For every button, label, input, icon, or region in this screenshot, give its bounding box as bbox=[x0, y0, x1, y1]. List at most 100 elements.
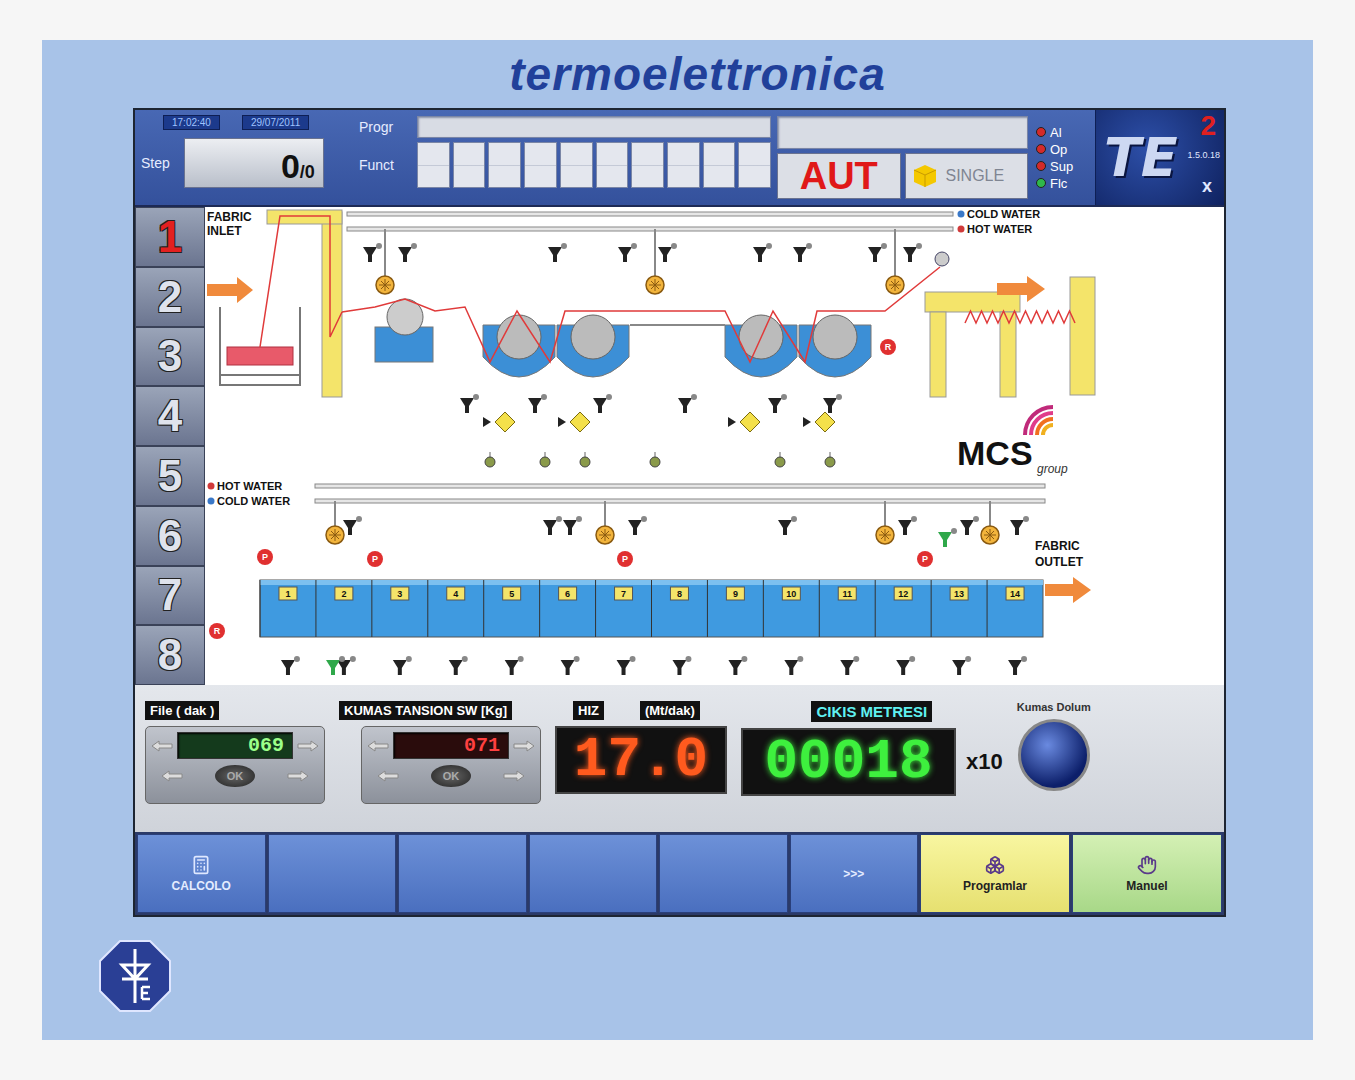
valve-icon bbox=[840, 656, 859, 675]
step-button[interactable]: 7 bbox=[135, 566, 205, 626]
step-button[interactable]: 6 bbox=[135, 506, 205, 566]
inlet-label: FABRIC bbox=[207, 210, 252, 224]
cube-icon bbox=[912, 163, 938, 189]
valve-icon bbox=[672, 656, 691, 675]
ok-button[interactable]: OK bbox=[215, 765, 255, 787]
left-arrow-icon[interactable] bbox=[161, 770, 183, 782]
progr-label: Progr bbox=[359, 119, 409, 135]
tank-compartment: 2 bbox=[316, 580, 353, 637]
tank-compartment: 3 bbox=[372, 580, 409, 637]
valve-icon bbox=[343, 516, 362, 535]
pipe-label: COLD WATER bbox=[208, 495, 291, 507]
valve-icon bbox=[593, 394, 612, 413]
svg-text:8: 8 bbox=[677, 589, 682, 599]
svg-text:MCS: MCS bbox=[957, 434, 1033, 472]
step-button[interactable]: 1 bbox=[135, 207, 205, 267]
valve-icon bbox=[678, 394, 697, 413]
status-indicator: Op bbox=[1036, 142, 1095, 157]
toolbar-button[interactable]: CALCOLO bbox=[137, 834, 266, 913]
toolbar-button[interactable]: Manuel bbox=[1072, 834, 1222, 913]
valve-icon bbox=[548, 243, 567, 262]
valve-icon bbox=[628, 516, 647, 535]
tank-compartment: 11 bbox=[819, 580, 856, 637]
step-button[interactable]: 4 bbox=[135, 386, 205, 446]
svg-text:P: P bbox=[922, 554, 928, 564]
valve-icon bbox=[960, 516, 979, 535]
progr-field bbox=[417, 116, 771, 138]
valve-icon bbox=[896, 656, 915, 675]
ok-button[interactable]: OK bbox=[431, 765, 471, 787]
motor-icon bbox=[646, 276, 664, 294]
outlet-label: FABRIC bbox=[1035, 539, 1080, 553]
valve-icon bbox=[952, 656, 971, 675]
funct-cell bbox=[738, 142, 771, 188]
fill-label: Kumas Dolum bbox=[1017, 701, 1091, 713]
toolbar-button[interactable] bbox=[529, 834, 658, 913]
motor-icon bbox=[376, 276, 394, 294]
status-indicator: Al bbox=[1036, 125, 1095, 140]
motor-icon bbox=[876, 526, 894, 544]
svg-text:11: 11 bbox=[842, 589, 852, 599]
mcs-logo: MCSgroup bbox=[957, 407, 1068, 476]
decrement-icon[interactable] bbox=[151, 740, 173, 752]
meter-label: CIKIS METRESI bbox=[811, 701, 932, 722]
decrement-icon[interactable] bbox=[367, 740, 389, 752]
progr-extra-field bbox=[777, 116, 1028, 149]
motor-icon bbox=[981, 526, 999, 544]
pump-icon bbox=[558, 412, 590, 432]
svg-text:9: 9 bbox=[733, 589, 738, 599]
svg-text:10: 10 bbox=[786, 589, 796, 599]
toolbar-button[interactable]: Programlar bbox=[920, 834, 1070, 913]
step-button[interactable]: 5 bbox=[135, 446, 205, 506]
toolbar: CALCOLO >>>ProgramlarManuel bbox=[135, 832, 1224, 915]
fill-button[interactable] bbox=[1018, 719, 1090, 791]
increment-icon[interactable] bbox=[297, 740, 319, 752]
valve-icon bbox=[460, 394, 479, 413]
step-button[interactable]: 8 bbox=[135, 625, 205, 685]
clock-time: 17:02:40 bbox=[163, 115, 220, 130]
tank-compartment: 14 bbox=[987, 580, 1024, 637]
step-button[interactable]: 3 bbox=[135, 327, 205, 387]
left-arrow-icon[interactable] bbox=[377, 770, 399, 782]
tension-stepper[interactable]: 071OK bbox=[361, 726, 541, 804]
right-arrow-icon[interactable] bbox=[287, 770, 309, 782]
increment-icon[interactable] bbox=[513, 740, 535, 752]
tank-compartment: 5 bbox=[484, 580, 521, 637]
valve-icon bbox=[784, 656, 803, 675]
valve-icon bbox=[363, 243, 382, 262]
valve-icon bbox=[449, 656, 468, 675]
right-arrow-icon[interactable] bbox=[503, 770, 525, 782]
panel-bezel: termoelettronica17:02:4029/07/2011Step0/… bbox=[42, 40, 1313, 1040]
motor-icon bbox=[596, 526, 614, 544]
tank-compartment: 4 bbox=[428, 580, 465, 637]
tank-row: 1234567891011121314 bbox=[260, 580, 1043, 637]
valve-icon bbox=[793, 243, 812, 262]
toolbar-button[interactable] bbox=[268, 834, 397, 913]
svg-text:P: P bbox=[262, 552, 268, 562]
inlet-arrow-icon bbox=[207, 277, 253, 303]
toolbar-button[interactable] bbox=[398, 834, 527, 913]
svg-text:1: 1 bbox=[285, 589, 290, 599]
valve-icon bbox=[823, 394, 842, 413]
speed-unit: (Mt/dak) bbox=[640, 701, 700, 720]
status-indicator: Flc bbox=[1036, 176, 1095, 191]
fabric-folds bbox=[965, 311, 1075, 323]
valve-icon bbox=[868, 243, 887, 262]
valve-icon bbox=[768, 394, 787, 413]
svg-text:P: P bbox=[622, 554, 628, 564]
toolbar-button[interactable] bbox=[659, 834, 788, 913]
sensor-icon bbox=[485, 452, 495, 467]
toolbar-button[interactable]: >>> bbox=[790, 834, 919, 913]
step-button[interactable]: 2 bbox=[135, 267, 205, 327]
svg-text:COLD WATER: COLD WATER bbox=[217, 495, 290, 507]
file-stepper[interactable]: 069OK bbox=[145, 726, 325, 804]
te-logo: TE21.5.0.18x bbox=[1095, 110, 1224, 205]
tension-label: KUMAS TANSION SW [Kg] bbox=[339, 701, 512, 720]
roller-icon bbox=[935, 252, 949, 266]
svg-text:HOT WATER: HOT WATER bbox=[967, 223, 1032, 235]
funct-cell bbox=[703, 142, 736, 188]
pipe-label: HOT WATER bbox=[958, 223, 1033, 235]
motor-icon bbox=[886, 276, 904, 294]
pipe bbox=[315, 484, 1045, 488]
pump-icon bbox=[803, 412, 835, 432]
